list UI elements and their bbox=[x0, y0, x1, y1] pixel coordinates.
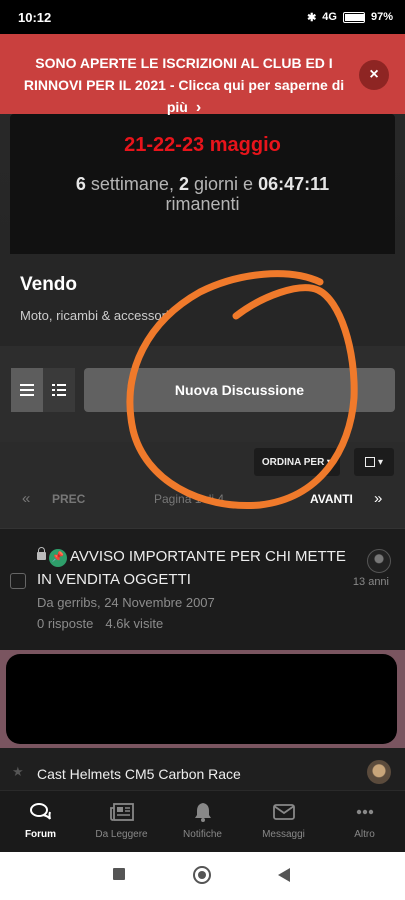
next-page-button[interactable]: AVANTI bbox=[310, 492, 353, 506]
forum-section-header: Vendo Moto, ricambi & accessori bbox=[0, 254, 405, 346]
avatar[interactable] bbox=[367, 549, 391, 573]
countdown-box: 21-22-23 maggio 6 settimane, 2 giorni e … bbox=[10, 114, 395, 266]
thread-row[interactable]: ★ Cast Helmets CM5 Carbon Race bbox=[0, 748, 405, 790]
battery-fill bbox=[344, 13, 365, 21]
thread-stats: 0 risposte 4.6k visite bbox=[37, 616, 163, 631]
battery-icon bbox=[342, 11, 365, 23]
notice-message: SONO APERTE LE ISCRIZIONI AL CLUB ED I R… bbox=[23, 55, 345, 115]
new-discussion-button[interactable]: Nuova Discussione bbox=[84, 368, 395, 412]
chevron-right-icon: › bbox=[195, 99, 202, 116]
advertisement-block bbox=[0, 650, 405, 748]
detail-view-icon bbox=[52, 384, 66, 396]
time-value: 06:47:11 bbox=[258, 174, 330, 194]
list-view-button[interactable] bbox=[11, 368, 43, 412]
status-icons: ✱ 4G 97% bbox=[307, 11, 393, 24]
chat-bubbles-icon bbox=[29, 801, 52, 823]
last-page-button[interactable]: » bbox=[374, 490, 382, 507]
section-title: Vendo bbox=[20, 274, 78, 295]
thread-title[interactable]: 📌 AVVISO IMPORTANTE PER CHI METTE IN VEND… bbox=[37, 545, 347, 591]
envelope-icon bbox=[272, 801, 295, 823]
nav-da-leggere[interactable]: Da Leggere bbox=[81, 791, 162, 852]
detail-view-button[interactable] bbox=[43, 368, 75, 412]
checkbox-icon bbox=[364, 457, 375, 467]
nav-altro[interactable]: Altro bbox=[324, 791, 405, 852]
page-indicator[interactable]: Pagina 1 di 4 bbox=[154, 492, 224, 506]
days-value: 2 bbox=[178, 174, 189, 194]
nav-label: Messaggi bbox=[262, 829, 305, 840]
prev-page-button[interactable]: PREC bbox=[52, 492, 85, 506]
pin-icon: 📌 bbox=[49, 548, 67, 567]
weeks-label: settimane, bbox=[90, 174, 174, 194]
network-label: 4G bbox=[322, 11, 337, 23]
notice-text[interactable]: SONO APERTE LE ISCRIZIONI AL CLUB ED I R… bbox=[14, 52, 354, 119]
thread-row[interactable]: 📌 AVVISO IMPORTANTE PER CHI METTE IN VEND… bbox=[0, 528, 405, 650]
newspaper-icon bbox=[109, 801, 134, 823]
nav-forum[interactable]: Forum bbox=[0, 791, 81, 852]
avatar[interactable] bbox=[367, 760, 391, 784]
nav-label: Altro bbox=[354, 829, 375, 840]
sort-pagination-bar: ORDINA PER ▾ ▾ « PREC Pagina 1 di 4 AVAN… bbox=[0, 442, 405, 528]
view-toggle bbox=[11, 368, 75, 412]
thread-views: 4.6k visite bbox=[105, 616, 164, 631]
nav-messaggi[interactable]: Messaggi bbox=[243, 791, 324, 852]
thread-age: 13 anni bbox=[352, 576, 389, 588]
countdown-text: 6 settimane, 2 giorni e 06:47:11 rimanen… bbox=[10, 174, 395, 214]
nav-notifiche[interactable]: Notifiche bbox=[162, 791, 243, 852]
list-view-icon bbox=[20, 384, 34, 396]
remaining-label: rimanenti bbox=[165, 194, 240, 214]
more-dots-icon bbox=[356, 801, 374, 823]
notice-banner[interactable]: SONO APERTE LE ISCRIZIONI AL CLUB ED I R… bbox=[0, 34, 405, 116]
days-label: giorni e bbox=[194, 174, 254, 194]
forum-toolbar: Nuova Discussione bbox=[0, 346, 405, 442]
lock-icon bbox=[37, 547, 46, 560]
battery-percent: 97% bbox=[370, 11, 393, 23]
bottom-navigation: Forum Da Leggere Notifiche Messaggi Altr… bbox=[0, 790, 405, 852]
thread-author-date: Da gerribs, 24 Novembre 2007 bbox=[37, 595, 215, 610]
sort-by-button[interactable]: ORDINA PER ▾ bbox=[254, 448, 340, 476]
pagination: « PREC Pagina 1 di 4 AVANTI » bbox=[0, 490, 405, 510]
bell-icon bbox=[194, 801, 212, 823]
advertisement-placeholder bbox=[6, 654, 397, 744]
system-navigation-bar bbox=[0, 852, 405, 900]
status-bar: 10:12 ✱ 4G 97% bbox=[0, 0, 405, 34]
first-page-button[interactable]: « bbox=[22, 490, 30, 507]
thread-title-text[interactable]: Cast Helmets CM5 Carbon Race bbox=[37, 766, 241, 782]
home-button[interactable] bbox=[193, 866, 211, 884]
caret-down-icon: ▾ bbox=[377, 456, 384, 468]
recent-apps-button[interactable] bbox=[113, 868, 125, 880]
event-dates: 21-22-23 maggio bbox=[124, 134, 281, 156]
section-description: Moto, ricambi & accessori bbox=[20, 308, 169, 323]
weeks-value: 6 bbox=[75, 174, 86, 194]
thread-replies: 0 risposte bbox=[37, 616, 94, 631]
star-icon: ★ bbox=[12, 764, 24, 779]
screen: 10:12 ✱ 4G 97% 21-22-23 maggio 6 settima… bbox=[0, 0, 405, 900]
nav-label: Da Leggere bbox=[95, 829, 148, 840]
close-notice-button[interactable]: × bbox=[359, 60, 389, 90]
bluetooth-icon: ✱ bbox=[307, 11, 317, 24]
nav-label: Forum bbox=[24, 829, 57, 840]
thread-select-checkbox[interactable] bbox=[10, 573, 26, 589]
thread-title-text: AVVISO IMPORTANTE PER CHI METTE IN VENDI… bbox=[37, 548, 346, 588]
nav-label: Notifiche bbox=[183, 829, 222, 840]
back-button[interactable] bbox=[278, 868, 290, 882]
status-time: 10:12 bbox=[18, 9, 52, 25]
filter-select-button[interactable]: ▾ bbox=[354, 448, 394, 476]
thread-list: 📌 AVVISO IMPORTANTE PER CHI METTE IN VEND… bbox=[0, 528, 405, 790]
